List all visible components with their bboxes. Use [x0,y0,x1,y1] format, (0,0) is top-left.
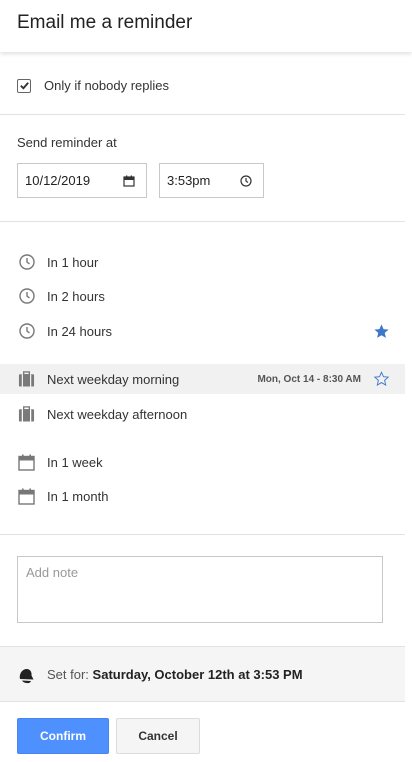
option-label: In 24 hours [47,323,113,339]
divider [0,114,405,115]
clock-icon [18,254,35,271]
option-next-weekday-morning[interactable]: Next weekday morning Mon, Oct 14 - 8:30 … [0,364,405,394]
add-note-field[interactable] [17,556,383,623]
option-label: In 1 week [47,454,103,470]
cancel-button[interactable]: Cancel [116,718,200,754]
only-if-no-reply-row[interactable]: Only if nobody replies [17,78,169,93]
option-label: Next weekday morning [47,371,180,387]
time-field[interactable]: 3:53pm [159,163,264,198]
calendar-icon [18,488,35,505]
star-outline-icon[interactable] [373,371,390,388]
clock-icon [239,174,253,188]
set-for-value: Saturday, October 12th at 3:53 PM [92,667,303,682]
option-in-1-month[interactable]: In 1 month [0,481,405,511]
option-in-24-hours[interactable]: In 24 hours [0,316,405,346]
date-value: 10/12/2019 [25,173,91,188]
set-for-prefix: Set for: [47,667,89,682]
dialog-title: Email me a reminder [17,12,193,33]
confirm-button[interactable]: Confirm [17,718,109,754]
divider [0,221,405,222]
calendar-icon [18,454,35,471]
option-label: In 2 hours [47,288,105,304]
clock-icon [18,288,35,305]
option-next-weekday-afternoon[interactable]: Next weekday afternoon [0,399,405,429]
only-if-no-reply-checkbox[interactable] [17,78,31,93]
only-if-no-reply-label: Only if nobody replies [44,78,170,93]
bell-icon [19,668,34,684]
option-in-1-hour[interactable]: In 1 hour [0,247,405,277]
option-label: In 1 hour [47,254,99,270]
option-in-2-hours[interactable]: In 2 hours [0,281,405,311]
date-field[interactable]: 10/12/2019 [17,163,147,198]
set-for-text: Set for: Saturday, October 12th at 3:53 … [47,667,303,682]
set-for-bar: Set for: Saturday, October 12th at 3:53 … [0,646,405,702]
option-detail: Mon, Oct 14 - 8:30 AM [257,373,361,385]
briefcase-icon [18,406,35,423]
checkmark-icon [19,82,29,90]
time-value: 3:53pm [167,173,211,188]
briefcase-icon [18,371,35,388]
option-label: Next weekday afternoon [47,406,188,422]
calendar-icon [122,174,136,188]
option-in-1-week[interactable]: In 1 week [0,447,405,477]
send-reminder-label: Send reminder at [17,135,117,150]
dialog-header: Email me a reminder [0,0,412,52]
divider [0,534,405,535]
clock-icon [18,323,35,340]
option-label: In 1 month [47,488,109,504]
star-filled-icon[interactable] [373,323,390,340]
